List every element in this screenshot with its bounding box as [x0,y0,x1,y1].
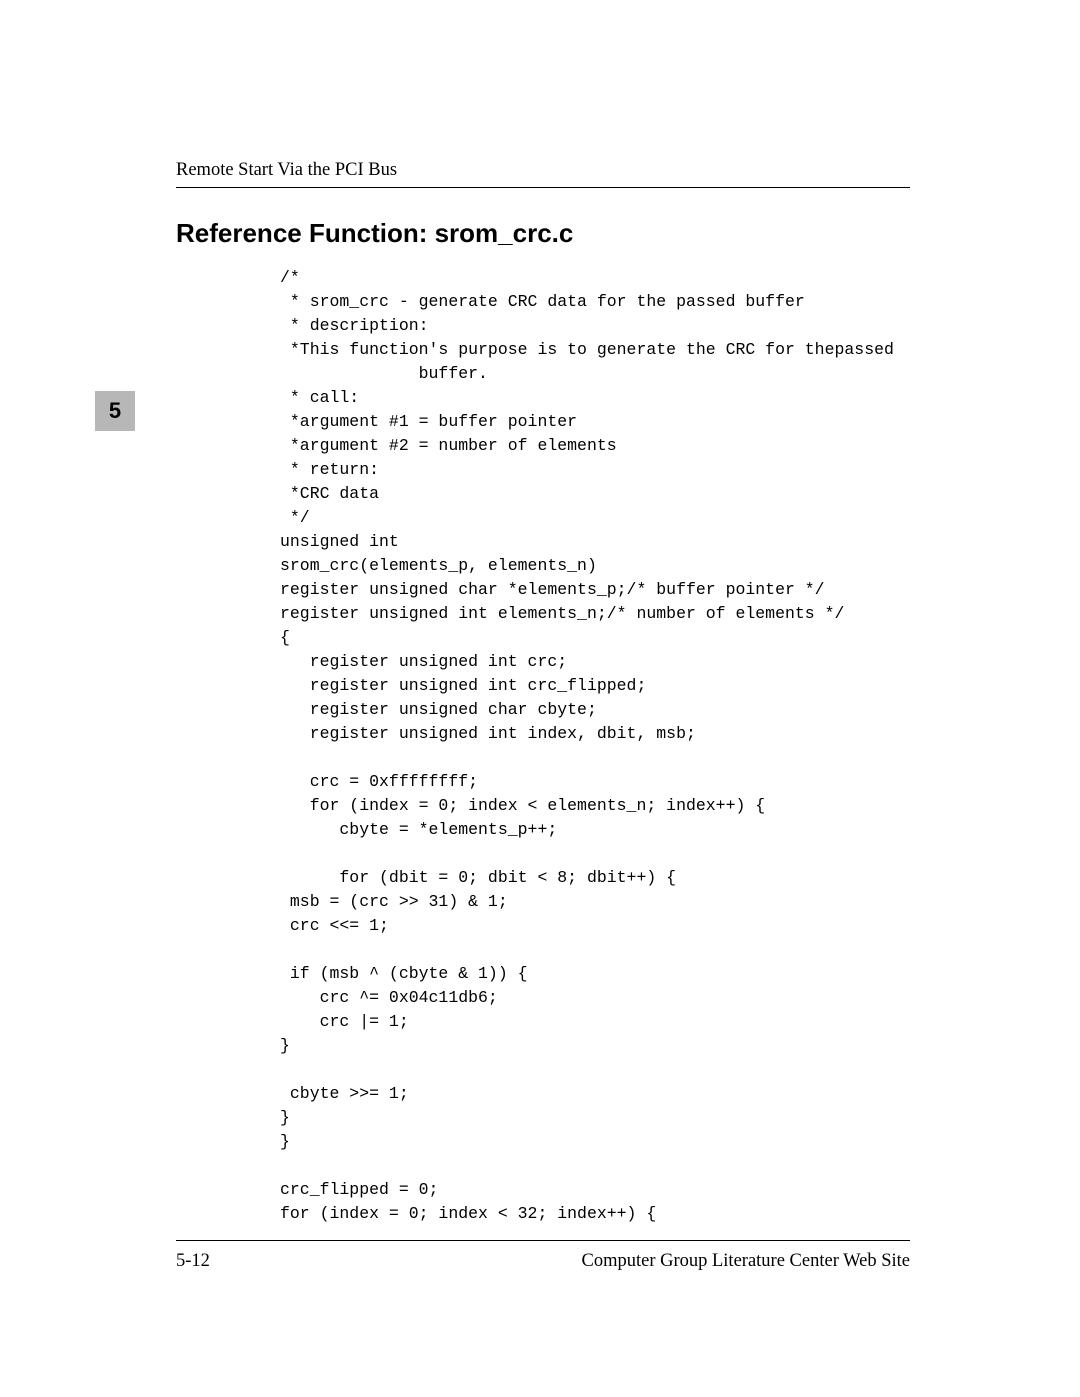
page-number: 5-12 [176,1251,210,1272]
chapter-tab: 5 [95,391,135,431]
footer-rule [176,1240,910,1241]
page: Remote Start Via the PCI Bus 5 Reference… [0,0,1080,1397]
section-title: Reference Function: srom_crc.c [176,218,911,249]
header-region: Remote Start Via the PCI Bus [176,160,910,188]
footer-row: 5-12 Computer Group Literature Center We… [176,1251,910,1272]
footer-region: 5-12 Computer Group Literature Center We… [176,1240,910,1272]
running-header: Remote Start Via the PCI Bus [176,160,910,181]
chapter-number: 5 [109,398,121,424]
code-block: /* * srom_crc - generate CRC data for th… [280,266,911,1226]
footer-site: Computer Group Literature Center Web Sit… [581,1251,910,1272]
content: Reference Function: srom_crc.c /* * srom… [176,218,911,1242]
header-rule [176,187,910,188]
